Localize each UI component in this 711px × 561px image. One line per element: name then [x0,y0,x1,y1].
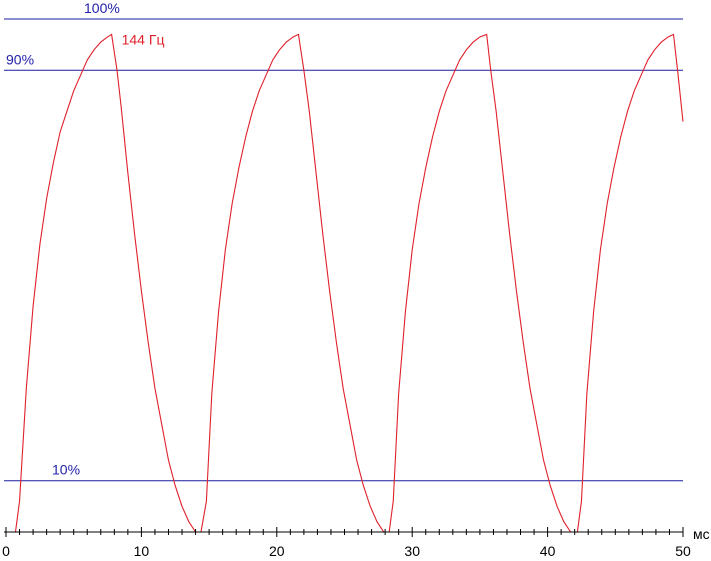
reference-label-90pct: 90% [6,51,34,67]
x-tick-label: 50 [675,543,691,559]
x-tick-label: 30 [404,543,420,559]
series-label: 144 Гц [122,31,165,47]
series-layer: 144 Гц [6,31,684,533]
response-time-chart: 100% 90% 10% 144 Гц 0 10 20 30 40 50мс [2,0,710,559]
x-tick-label: 0 [2,543,10,559]
x-axis-unit-label: мс [693,526,710,542]
series-line-0 [6,33,684,533]
reference-lines: 100% 90% 10% [4,0,683,482]
x-tick-label: 40 [540,543,556,559]
x-tick-label: 20 [269,543,285,559]
reference-label-100pct: 100% [84,0,120,16]
reference-label-10pct: 10% [52,462,80,478]
x-axis: 0 10 20 30 40 50мс [2,526,710,559]
x-tick-label: 10 [134,543,150,559]
